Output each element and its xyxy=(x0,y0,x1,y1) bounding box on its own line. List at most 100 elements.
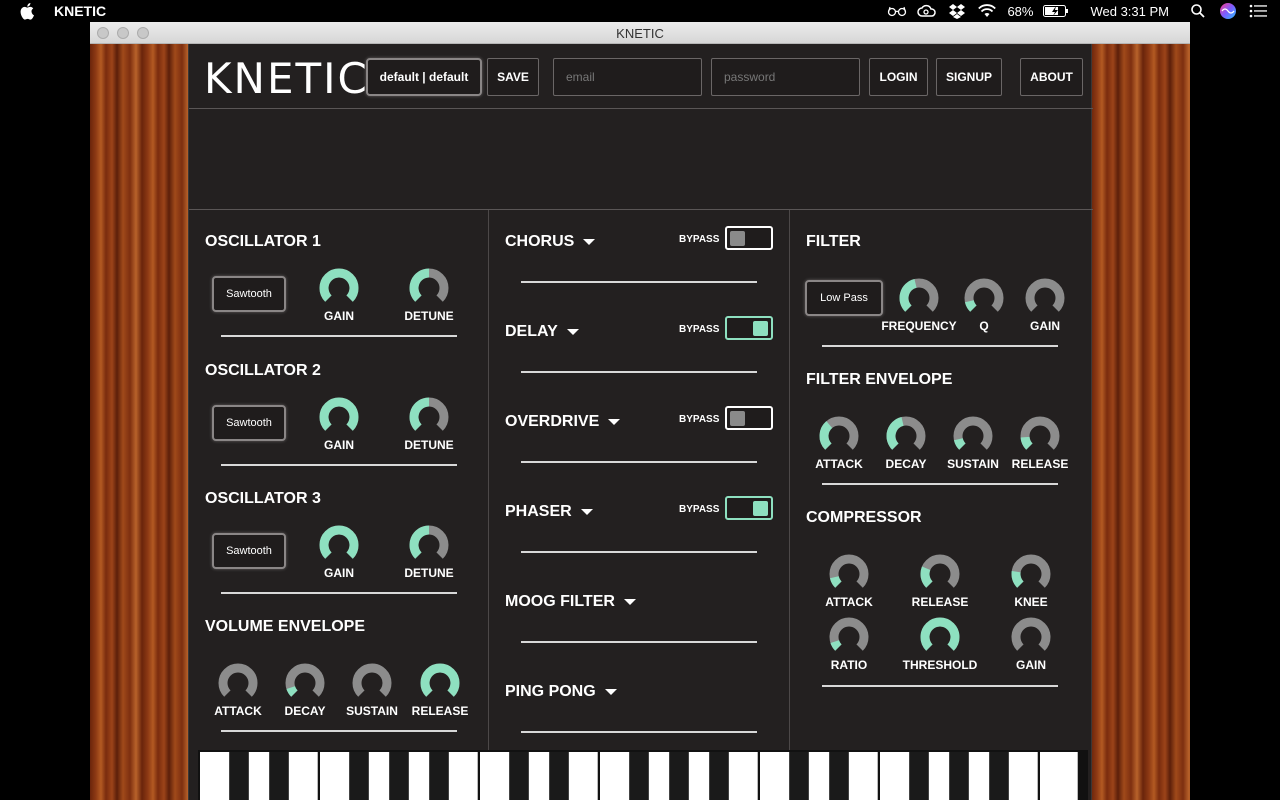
save-button[interactable]: SAVE xyxy=(487,58,539,96)
volume-attack-knob[interactable]: ATTACK xyxy=(208,663,268,723)
oscillator-3-wave-button[interactable]: Sawtooth xyxy=(212,533,286,569)
knob-dial[interactable] xyxy=(829,554,869,594)
knob-dial[interactable] xyxy=(319,397,359,437)
black-key[interactable] xyxy=(269,752,289,800)
creative-cloud-icon[interactable] xyxy=(917,3,937,19)
volume-decay-knob[interactable]: DECAY xyxy=(275,663,335,723)
preset-button[interactable]: default | default xyxy=(366,58,482,96)
filter-env-decay-knob[interactable]: DECAY xyxy=(876,416,936,476)
chorus-effect-dropdown[interactable]: CHORUS xyxy=(505,233,596,251)
black-key[interactable] xyxy=(909,752,929,800)
knob-dial[interactable] xyxy=(819,416,859,456)
knob-dial[interactable] xyxy=(1011,617,1051,657)
black-key[interactable] xyxy=(629,752,649,800)
knob-dial[interactable] xyxy=(409,397,449,437)
oscillator-2-detune-knob[interactable]: DETUNE xyxy=(399,397,459,457)
oscillator-3-detune-knob[interactable]: DETUNE xyxy=(399,525,459,585)
signup-button[interactable]: SIGNUP xyxy=(936,58,1002,96)
knob-dial[interactable] xyxy=(218,663,258,703)
black-key[interactable] xyxy=(789,752,809,800)
knob-dial[interactable] xyxy=(285,663,325,703)
dropbox-icon[interactable] xyxy=(947,3,967,19)
notification-center-icon[interactable] xyxy=(1248,3,1268,19)
knob-dial[interactable] xyxy=(319,268,359,308)
compressor-gain-knob[interactable]: GAIN xyxy=(1001,617,1061,677)
volume-release-knob[interactable]: RELEASE xyxy=(410,663,470,723)
knob-dial[interactable] xyxy=(319,525,359,565)
compressor-knee-knob[interactable]: KNEE xyxy=(1001,554,1061,614)
clock[interactable]: Wed 3:31 PM xyxy=(1090,4,1169,19)
chorus-bypass-toggle[interactable] xyxy=(725,226,773,250)
phaser-effect-dropdown[interactable]: PHASER xyxy=(505,503,593,521)
black-key[interactable] xyxy=(669,752,689,800)
about-button[interactable]: ABOUT xyxy=(1020,58,1083,96)
black-key[interactable] xyxy=(429,752,449,800)
black-key[interactable] xyxy=(349,752,369,800)
siri-icon[interactable] xyxy=(1218,3,1238,19)
delay-effect-dropdown[interactable]: DELAY xyxy=(505,323,579,341)
oscillator-1-gain-knob[interactable]: GAIN xyxy=(309,268,369,328)
knob-dial[interactable] xyxy=(964,278,1004,318)
black-key[interactable] xyxy=(709,752,729,800)
oscillator-3-title: OSCILLATOR 3 xyxy=(205,490,321,507)
delay-bypass-toggle[interactable] xyxy=(725,316,773,340)
oscillator-1-detune-knob[interactable]: DETUNE xyxy=(399,268,459,328)
knob-dial[interactable] xyxy=(953,416,993,456)
moog-filter-effect-dropdown[interactable]: MOOG FILTER xyxy=(505,593,636,611)
white-key[interactable] xyxy=(1040,752,1078,800)
black-key[interactable] xyxy=(949,752,969,800)
glasses-icon[interactable] xyxy=(887,3,907,19)
black-key[interactable] xyxy=(229,752,249,800)
window-titlebar[interactable]: KNETIC xyxy=(90,22,1190,44)
black-key[interactable] xyxy=(989,752,1009,800)
filter-env-attack-knob[interactable]: ATTACK xyxy=(809,416,869,476)
oscillator-1-wave-button[interactable]: Sawtooth xyxy=(212,276,286,312)
knob-dial[interactable] xyxy=(352,663,392,703)
black-key[interactable] xyxy=(389,752,409,800)
black-key[interactable] xyxy=(549,752,569,800)
filter-env-release-knob[interactable]: RELEASE xyxy=(1010,416,1070,476)
phaser-effect-name: PHASER xyxy=(505,503,572,520)
knob-dial[interactable] xyxy=(1020,416,1060,456)
ping-pong-effect-dropdown[interactable]: PING PONG xyxy=(505,683,617,701)
overdrive-bypass-toggle[interactable] xyxy=(725,406,773,430)
knob-dial[interactable] xyxy=(920,617,960,657)
knob-dial[interactable] xyxy=(1011,554,1051,594)
knob-dial[interactable] xyxy=(409,525,449,565)
overdrive-effect-dropdown[interactable]: OVERDRIVE xyxy=(505,413,621,431)
black-key[interactable] xyxy=(829,752,849,800)
menubar-app-name[interactable]: KNETIC xyxy=(54,3,106,19)
apple-icon[interactable] xyxy=(20,2,36,20)
filter-gain-knob[interactable]: GAIN xyxy=(1015,278,1075,338)
knob-dial[interactable] xyxy=(920,554,960,594)
filter-frequency-knob[interactable]: FREQUENCY xyxy=(881,278,957,338)
password-field[interactable] xyxy=(711,58,860,96)
caret-down-icon xyxy=(604,689,617,695)
compressor-release-knob[interactable]: RELEASE xyxy=(910,554,970,614)
oscillator-2-gain-knob[interactable]: GAIN xyxy=(309,397,369,457)
login-button[interactable]: LOGIN xyxy=(869,58,928,96)
knob-dial[interactable] xyxy=(409,268,449,308)
knob-dial[interactable] xyxy=(886,416,926,456)
caret-down-icon xyxy=(608,419,621,425)
knob-dial[interactable] xyxy=(829,617,869,657)
oscillator-2-wave-button[interactable]: Sawtooth xyxy=(212,405,286,441)
knob-dial[interactable] xyxy=(899,278,939,318)
volume-sustain-knob[interactable]: SUSTAIN xyxy=(342,663,402,723)
email-field[interactable] xyxy=(553,58,702,96)
compressor-ratio-knob[interactable]: RATIO xyxy=(819,617,879,677)
filter-env-sustain-knob[interactable]: SUSTAIN xyxy=(943,416,1003,476)
battery-icon[interactable] xyxy=(1043,3,1069,19)
filter-type-button[interactable]: Low Pass xyxy=(805,280,883,316)
compressor-attack-knob[interactable]: ATTACK xyxy=(819,554,879,614)
black-key[interactable] xyxy=(509,752,529,800)
section-divider xyxy=(822,483,1058,485)
spotlight-icon[interactable] xyxy=(1188,3,1208,19)
knob-dial[interactable] xyxy=(1025,278,1065,318)
oscillator-3-gain-knob[interactable]: GAIN xyxy=(309,525,369,585)
knob-dial[interactable] xyxy=(420,663,460,703)
wifi-icon[interactable] xyxy=(977,3,997,19)
compressor-threshold-knob[interactable]: THRESHOLD xyxy=(903,617,977,677)
phaser-bypass-toggle[interactable] xyxy=(725,496,773,520)
battery-percentage[interactable]: 68% xyxy=(1007,4,1033,19)
